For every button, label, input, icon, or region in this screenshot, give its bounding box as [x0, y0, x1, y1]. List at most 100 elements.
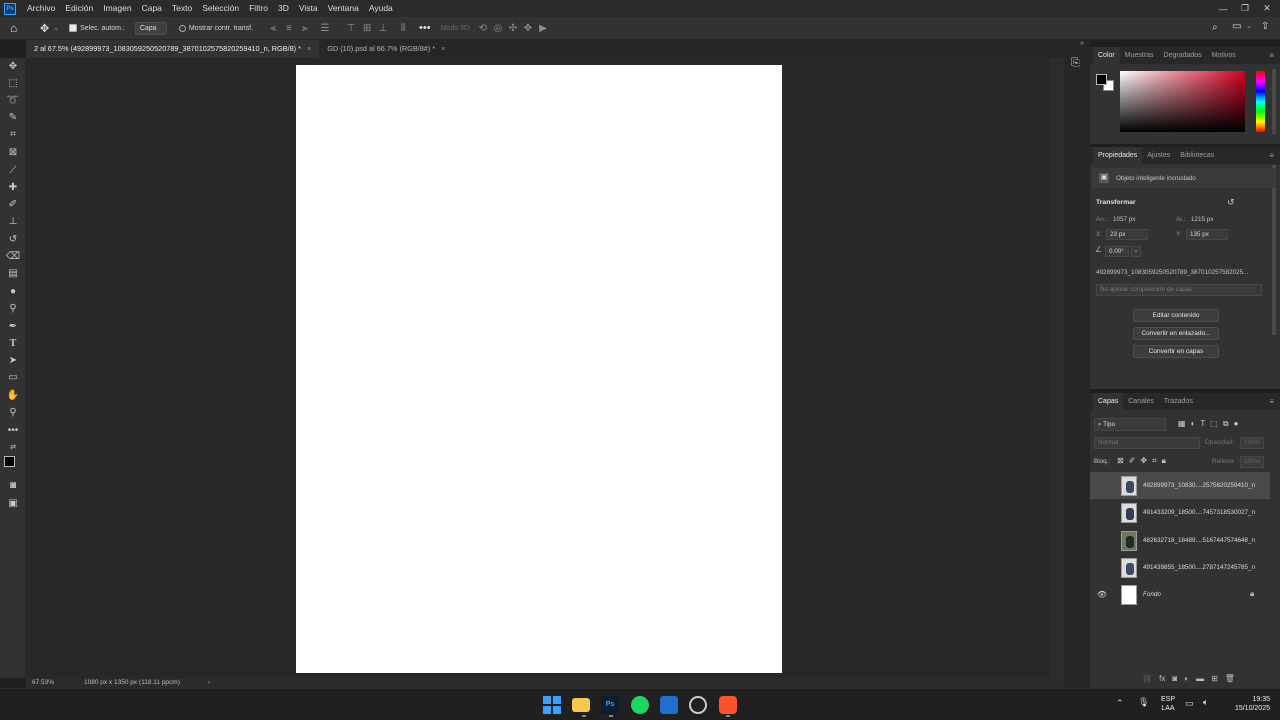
- menu-ayuda[interactable]: Ayuda: [364, 0, 398, 17]
- tab-propiedades[interactable]: Propiedades: [1093, 147, 1143, 164]
- lock-position-icon[interactable]: ✥: [1140, 456, 1147, 466]
- brave-browser-icon[interactable]: [719, 696, 737, 714]
- distribute-h-icon[interactable]: ⦀: [397, 23, 409, 34]
- marquee-tool-icon[interactable]: ⬚: [5, 77, 21, 91]
- new-group-icon[interactable]: ▬: [1196, 674, 1204, 683]
- tab-document-2[interactable]: GD (10).psd al 66.7% (RGB/8#) * ×: [319, 40, 453, 58]
- share-icon[interactable]: ⇪: [1261, 21, 1269, 32]
- layer-name[interactable]: Fondo: [1143, 591, 1161, 598]
- adjustment-layer-icon[interactable]: ◐: [1184, 674, 1189, 683]
- reset-transform-icon[interactable]: ↺: [1227, 197, 1235, 208]
- eyedropper-tool-icon[interactable]: ⟋: [5, 164, 21, 178]
- microphone-icon[interactable]: 🎙︎: [1138, 697, 1149, 708]
- filter-adjustment-icon[interactable]: ◐: [1191, 419, 1196, 429]
- link-layers-icon[interactable]: ⛓: [1142, 674, 1152, 683]
- menu-archivo[interactable]: Archivo: [22, 0, 60, 17]
- delete-layer-icon[interactable]: 🗑︎: [1225, 674, 1235, 683]
- filter-smart-object-icon[interactable]: ⧉: [1223, 419, 1229, 429]
- dodge-tool-icon[interactable]: ⚲: [5, 302, 21, 316]
- move-tool-icon[interactable]: ✥: [5, 60, 21, 74]
- clock-app-icon[interactable]: [689, 696, 707, 714]
- align-bottom-icon[interactable]: ⊥: [377, 23, 389, 34]
- restore-icon[interactable]: ❐: [1234, 0, 1256, 17]
- document-canvas[interactable]: [296, 65, 782, 673]
- menu-vista[interactable]: Vista: [294, 0, 323, 17]
- vertical-scrollbar[interactable]: [1050, 58, 1064, 678]
- layer-row[interactable]: 492899973_10830....2575820259410_n: [1090, 472, 1270, 499]
- drag-3d-icon[interactable]: ✣: [507, 23, 519, 34]
- auto-select-checkbox[interactable]: Selec. autom.:: [69, 24, 125, 32]
- pen-tool-icon[interactable]: ✒: [5, 320, 21, 334]
- swap-colors-icon[interactable]: ⇄: [5, 441, 21, 455]
- menu-imagen[interactable]: Imagen: [98, 0, 136, 17]
- angle-dropdown-icon[interactable]: ⌄: [1131, 246, 1141, 257]
- show-hidden-icons-chevron-icon[interactable]: ⌃: [1116, 698, 1124, 709]
- menu-capa[interactable]: Capa: [137, 0, 167, 17]
- tab-color[interactable]: Color: [1093, 47, 1120, 64]
- tab-muestras[interactable]: Muestras: [1120, 47, 1159, 64]
- search-icon[interactable]: ⌕: [1212, 22, 1218, 33]
- tab-motivos[interactable]: Motivos: [1207, 47, 1241, 64]
- quick-mask-icon[interactable]: ◙: [5, 479, 21, 493]
- tab-ajustes[interactable]: Ajustes: [1142, 147, 1175, 164]
- menu-3d[interactable]: 3D: [273, 0, 294, 17]
- layer-row[interactable]: 491433209_18500....7457318530027_n: [1090, 499, 1270, 526]
- spotify-icon[interactable]: [631, 696, 649, 714]
- move-tool-icon[interactable]: ✥: [40, 22, 49, 35]
- close-tab-icon[interactable]: ×: [441, 44, 445, 53]
- lasso-tool-icon[interactable]: ➰: [5, 94, 21, 108]
- eye-icon[interactable]: 👁︎: [1094, 590, 1110, 599]
- menu-texto[interactable]: Texto: [167, 0, 197, 17]
- panel-scrollbar[interactable]: [1272, 165, 1276, 335]
- align-top-icon[interactable]: ⊤: [345, 23, 357, 34]
- hand-tool-icon[interactable]: ✋: [5, 389, 21, 403]
- add-mask-icon[interactable]: ◙: [1172, 674, 1177, 683]
- rectangle-tool-icon[interactable]: ▭: [5, 371, 21, 385]
- type-tool-icon[interactable]: T: [5, 337, 21, 351]
- tab-capas[interactable]: Capas: [1093, 393, 1124, 410]
- clock[interactable]: 19:35 15/10/2025: [1224, 695, 1270, 713]
- convert-to-layers-button[interactable]: Convertir en capas: [1133, 345, 1219, 358]
- collapse-panels-icon[interactable]: «: [1080, 40, 1084, 47]
- history-brush-tool-icon[interactable]: ↺: [5, 233, 21, 247]
- orbit-3d-icon[interactable]: ⟲: [477, 23, 489, 34]
- layer-filter-dropdown[interactable]: ⌕ Tipo: [1094, 418, 1166, 431]
- layer-name[interactable]: 491433209_18500....7457318530027_n: [1143, 509, 1255, 516]
- foreground-color-swatch[interactable]: [1096, 74, 1107, 85]
- minimize-icon[interactable]: —: [1212, 0, 1234, 17]
- layer-style-icon[interactable]: fx: [1159, 674, 1165, 683]
- gradient-tool-icon[interactable]: ▤: [5, 267, 21, 281]
- zoom-level[interactable]: 67.53%: [32, 678, 54, 688]
- filter-type-icon[interactable]: T: [1200, 419, 1205, 429]
- close-icon[interactable]: ✕: [1256, 0, 1278, 17]
- filter-toggle-icon[interactable]: ●: [1234, 419, 1239, 429]
- crop-tool-icon[interactable]: ⌗: [5, 128, 21, 142]
- menu-ventana[interactable]: Ventana: [323, 0, 364, 17]
- more-tools-icon[interactable]: •••: [5, 424, 21, 438]
- screen-mode-icon[interactable]: ▣: [5, 497, 21, 511]
- lock-all-icon[interactable]: 🔒︎: [1162, 456, 1166, 466]
- foreground-color-swatch[interactable]: [4, 456, 15, 467]
- opacity-field[interactable]: 100%: [1240, 437, 1264, 449]
- convert-to-linked-button[interactable]: Convertir en enlazado...: [1133, 327, 1219, 340]
- color-picker-field[interactable]: [1120, 71, 1245, 132]
- photoshop-taskbar-icon[interactable]: Ps: [601, 696, 619, 714]
- tab-canales[interactable]: Canales: [1123, 393, 1159, 410]
- filter-shape-icon[interactable]: ⬚: [1210, 419, 1218, 429]
- blend-mode-dropdown[interactable]: Normal: [1094, 437, 1200, 449]
- new-layer-icon[interactable]: ⊞: [1211, 674, 1218, 683]
- windows-start-icon[interactable]: [543, 696, 561, 714]
- healing-brush-tool-icon[interactable]: ✚: [5, 181, 21, 195]
- status-menu-arrow-icon[interactable]: ›: [208, 678, 210, 688]
- more-options-icon[interactable]: •••: [419, 22, 431, 34]
- slide-3d-icon[interactable]: ✥: [522, 23, 534, 34]
- align-left-icon[interactable]: ⫷: [267, 23, 279, 34]
- panel-menu-icon[interactable]: ≡: [1269, 51, 1274, 60]
- camera-3d-icon[interactable]: ▶: [537, 23, 549, 34]
- quick-selection-tool-icon[interactable]: ✎: [5, 111, 21, 125]
- layer-row[interactable]: 482632718_18489....5167447574648_n: [1090, 527, 1270, 554]
- tool-preset-chevron-icon[interactable]: ⌄: [53, 24, 59, 32]
- align-right-icon[interactable]: ⫸: [299, 23, 311, 34]
- path-selection-tool-icon[interactable]: ➤: [5, 354, 21, 368]
- tab-trazados[interactable]: Trazados: [1159, 393, 1198, 410]
